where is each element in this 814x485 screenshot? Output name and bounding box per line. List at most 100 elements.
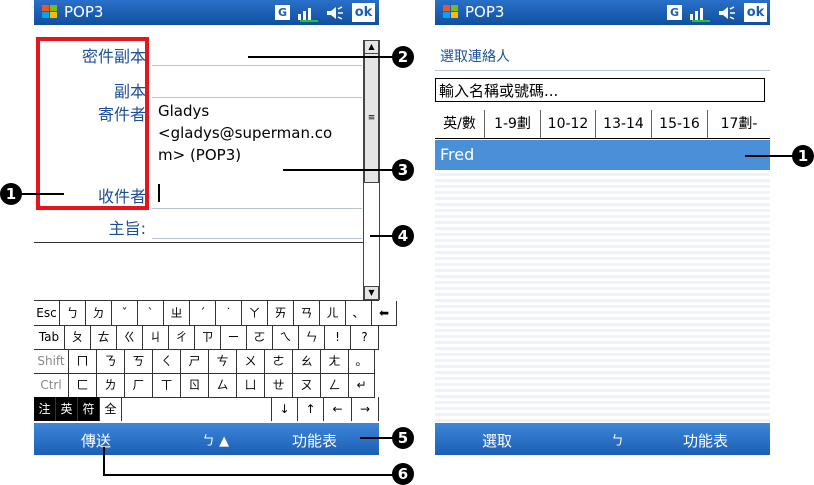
bopomofo-keyboard: Esc ㄅㄉ ˇ ˋ ㄓ ˊ ˙ ㄚㄞㄢㄦ、 ⬅ Tab ㄆㄊㄍㄐㄔㄗㄧㄛㄟㄣ!? Shift ㄇㄋ… [34,300,397,421]
contact-search-input[interactable]: 輸入名稱或號碼... [435,78,765,102]
input-panel-toggle[interactable]: ㄅ ▲ [202,430,229,449]
right-bottom-bar: 選取 ㄅ 功能表 [435,423,770,455]
key-符[interactable]: 符 [78,397,100,421]
key-ㄧ[interactable]: ㄧ [221,325,247,349]
key-ㄅ[interactable]: ㄅ [60,301,86,325]
keyboard-row-4: Ctrl ㄈㄌㄏㄒㄖㄙㄩㄝㄡㄥ ↵ [34,373,375,398]
key-ㄥ[interactable]: ㄥ [321,373,349,397]
key-ㄍ[interactable]: ㄍ [117,325,143,349]
bcc-underline [152,65,362,66]
key-?[interactable]: ? [351,325,379,349]
key-ㄖ[interactable]: ㄖ [181,373,209,397]
scroll-up-icon[interactable]: ▲ [364,40,379,54]
windows-start-icon[interactable] [441,3,461,21]
scroll-down-icon[interactable]: ▼ [364,286,379,300]
key-ㄦ[interactable]: ㄦ [320,301,346,325]
send-button[interactable]: 傳送 [81,430,111,451]
key-ㄣ[interactable]: ㄣ [299,325,325,349]
key-英[interactable]: 英 [56,397,78,421]
text-cursor [158,184,160,202]
tab-alnum[interactable]: 英/數 [435,110,485,138]
volume-icon[interactable] [717,5,737,21]
key-ㄆ[interactable]: ㄆ [65,325,91,349]
key-ㄝ[interactable]: ㄝ [265,373,293,397]
subject-field[interactable] [152,214,362,238]
key-ˋ[interactable]: ˋ [138,301,164,325]
select-button[interactable]: 選取 [482,430,512,451]
key-ㄕ[interactable]: ㄕ [181,349,209,373]
key-ㄙ[interactable]: ㄙ [209,373,237,397]
key-Tab[interactable]: Tab [34,325,65,349]
callout-5: 5 [392,427,414,449]
ok-button[interactable]: ok [352,3,375,22]
cc-field[interactable] [152,70,362,94]
key-ㄨ[interactable]: ㄨ [237,349,265,373]
key-ㄔ[interactable]: ㄔ [169,325,195,349]
menu-button[interactable]: 功能表 [292,430,337,451]
to-field[interactable] [152,180,362,206]
left-title-bar: POP3 G ok [34,0,379,25]
input-panel-toggle[interactable]: ㄅ [611,430,624,449]
key-ㄩ[interactable]: ㄩ [237,373,265,397]
key-ㄛ[interactable]: ㄛ [247,325,273,349]
tab-1-9[interactable]: 1-9劃 [485,110,541,138]
key-ㄞ[interactable]: ㄞ [268,301,294,325]
key-ㄏ[interactable]: ㄏ [125,373,153,397]
key-ㄉ[interactable]: ㄉ [86,301,112,325]
message-body[interactable] [34,244,363,299]
key-、[interactable]: 、 [346,301,372,325]
key-→[interactable]: → [352,397,379,421]
ok-button[interactable]: ok [744,3,767,22]
key-ㄈ[interactable]: ㄈ [69,373,97,397]
contact-name: Fred [440,145,475,164]
key-ˇ[interactable]: ˇ [112,301,138,325]
key-ㄒ[interactable]: ㄒ [153,373,181,397]
key-ㄑ[interactable]: ㄑ [153,349,181,373]
key-ㄡ[interactable]: ㄡ [293,373,321,397]
volume-icon[interactable] [325,5,345,21]
key-ㄎ[interactable]: ㄎ [125,349,153,373]
key-ㄗ[interactable]: ㄗ [195,325,221,349]
tab-13-14[interactable]: 13-14 [596,110,652,138]
key-ˊ[interactable]: ˊ [190,301,216,325]
key-↓[interactable]: ↓ [272,397,298,421]
key-↑[interactable]: ↑ [298,397,324,421]
key-![interactable]: ! [325,325,351,349]
key-Shift[interactable]: Shift [34,349,69,373]
tab-15-16[interactable]: 15-16 [652,110,708,138]
key-注[interactable]: 注 [34,397,56,421]
key-ㄌ[interactable]: ㄌ [97,373,125,397]
key-ㄚ[interactable]: ㄚ [242,301,268,325]
windows-start-icon[interactable] [40,3,60,21]
key-ㄓ[interactable]: ㄓ [164,301,190,325]
app-title: POP3 [64,3,104,21]
tab-10-12[interactable]: 10-12 [541,110,596,138]
key-ㄐ[interactable]: ㄐ [143,325,169,349]
menu-button[interactable]: 功能表 [683,430,728,451]
key-⬅[interactable]: ⬅ [372,301,397,325]
from-line-2: <gladys@superman.co [158,124,333,142]
key-space[interactable] [122,397,272,421]
key-ㄋ[interactable]: ㄋ [97,349,125,373]
key-ㄤ[interactable]: ㄤ [321,349,349,373]
key-全[interactable]: 全 [100,397,122,421]
key-ㄊ[interactable]: ㄊ [91,325,117,349]
key-ㄜ[interactable]: ㄜ [265,349,293,373]
contact-row-selected[interactable]: Fred [435,140,770,170]
key-ㄇ[interactable]: ㄇ [69,349,97,373]
from-value[interactable]: Gladys <gladys@superman.co m> (POP3) [158,100,368,166]
key-ㄟ[interactable]: ㄟ [273,325,299,349]
key-ㄠ[interactable]: ㄠ [293,349,321,373]
key-←[interactable]: ← [324,397,352,421]
key-Ctrl[interactable]: Ctrl [34,373,69,397]
key-↵[interactable]: ↵ [349,373,375,397]
callout-2: 2 [392,46,414,68]
scroll-thumb[interactable]: ≡ [364,53,379,183]
tab-17-plus[interactable]: 17劃- [708,110,770,138]
key-。[interactable]: 。 [349,349,375,373]
key-ㄘ[interactable]: ㄘ [209,349,237,373]
bcc-field[interactable] [152,40,362,64]
key-˙[interactable]: ˙ [216,301,242,325]
key-Esc[interactable]: Esc [34,301,60,325]
key-ㄢ[interactable]: ㄢ [294,301,320,325]
